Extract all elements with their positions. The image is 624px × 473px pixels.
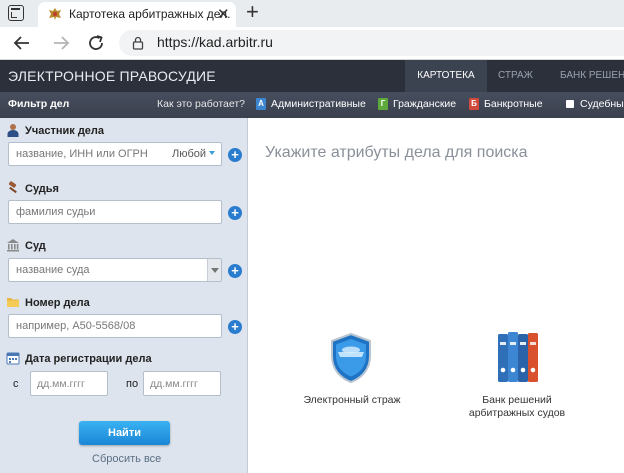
folder-icon (7, 298, 19, 307)
participant-input[interactable]: название, ИНН или ОГРН Любой (8, 142, 222, 166)
case-number-input[interactable]: например, А50-5568/08 (8, 314, 222, 338)
filter-judicial[interactable]: Судебные (580, 98, 624, 110)
judge-placeholder: фамилия судьи (16, 206, 96, 218)
reload-icon[interactable] (84, 31, 108, 55)
lock-icon (132, 36, 144, 50)
binders-icon[interactable] (496, 330, 540, 384)
judge-input[interactable]: фамилия судьи (8, 200, 222, 224)
filter-bankruptcy[interactable]: Банкротные (484, 98, 543, 110)
participant-role-select[interactable]: Любой (172, 148, 215, 160)
calendar-icon (6, 352, 20, 365)
bankruptcy-icon: Б (469, 98, 479, 110)
gavel-icon (8, 181, 17, 194)
nav-bank-resheniy[interactable]: БАНК РЕШЕНИ (560, 60, 624, 92)
court-select[interactable]: название суда (8, 258, 222, 282)
nav-strazh[interactable]: СТРАЖ (498, 60, 533, 92)
participant-label: Участник дела (25, 125, 105, 137)
add-court-button[interactable]: + (228, 264, 242, 278)
add-participant-button[interactable]: + (228, 148, 242, 162)
participant-placeholder: название, ИНН или ОГРН (16, 148, 148, 160)
bank-decisions-label-line2: арбитражных судов (468, 407, 566, 419)
bank-decisions-label[interactable]: Банк решений арбитражных судов (462, 394, 572, 420)
close-tab-icon[interactable]: ✕ (217, 5, 230, 23)
address-bar: https://kad.arbitr.ru (0, 27, 624, 60)
shield-icon[interactable] (329, 332, 373, 384)
chevron-down-icon (209, 151, 215, 155)
forward-icon[interactable] (49, 31, 73, 55)
filter-sidebar (0, 118, 248, 473)
add-judge-button[interactable]: + (228, 206, 242, 220)
nav-kartoteka[interactable]: КАРТОТЕКА (405, 60, 487, 92)
filter-civil[interactable]: Гражданские (393, 98, 456, 110)
date-to-placeholder: дд.мм.гггг (150, 378, 198, 390)
case-number-placeholder: например, А50-5568/08 (16, 320, 136, 332)
courthouse-icon (7, 239, 19, 252)
case-number-label: Номер дела (25, 297, 90, 309)
judge-label: Судья (25, 183, 59, 195)
site-header: ЭЛЕКТРОННОЕ ПРАВОСУДИЕ КАРТОТЕКА СТРАЖ Б… (0, 60, 624, 92)
filter-bar: Фильтр дел Как это работает? A Администр… (0, 92, 624, 118)
filter-administrative[interactable]: Административные (271, 98, 366, 110)
url-field[interactable]: https://kad.arbitr.ru (119, 30, 624, 56)
date-from-placeholder: дд.мм.гггг (37, 378, 85, 390)
judicial-checkbox[interactable] (566, 100, 574, 108)
date-from-input[interactable]: дд.мм.гггг (30, 371, 108, 396)
electronic-guard-label[interactable]: Электронный страж (303, 394, 401, 407)
tab-title: Картотека арбитражных дел. (69, 7, 231, 21)
add-case-number-button[interactable]: + (228, 320, 242, 334)
page-title: Укажите атрибуты дела для поиска (265, 144, 528, 161)
court-label: Суд (25, 240, 46, 252)
how-it-works-link[interactable]: Как это работает? (157, 98, 245, 110)
participant-role-value: Любой (171, 148, 206, 160)
url-text: https://kad.arbitr.ru (157, 34, 273, 50)
site-logo[interactable]: ЭЛЕКТРОННОЕ ПРАВОСУДИЕ (8, 68, 216, 84)
browser-tabstrip: Картотека арбитражных дел. ✕ + (0, 0, 624, 29)
date-label: Дата регистрации дела (25, 353, 152, 365)
person-icon (7, 124, 19, 137)
date-from-label: с (13, 378, 19, 390)
bank-decisions-label-line1: Банк решений (482, 394, 552, 406)
reset-all-link[interactable]: Сбросить все (92, 453, 161, 465)
new-tab-icon[interactable]: + (246, 1, 259, 23)
court-placeholder: название суда (16, 264, 90, 276)
administrative-icon: A (256, 98, 266, 110)
dropdown-arrow-icon[interactable] (207, 259, 221, 281)
eagle-favicon-icon (49, 8, 61, 20)
find-button[interactable]: Найти (79, 421, 170, 445)
back-icon[interactable] (10, 31, 34, 55)
date-to-label: по (126, 378, 139, 390)
filter-title: Фильтр дел (8, 98, 70, 110)
window-menu-icon[interactable] (8, 5, 24, 21)
date-to-input[interactable]: дд.мм.гггг (143, 371, 221, 396)
browser-tab[interactable]: Картотека арбитражных дел. ✕ (38, 2, 236, 29)
civil-icon: Г (378, 98, 388, 110)
